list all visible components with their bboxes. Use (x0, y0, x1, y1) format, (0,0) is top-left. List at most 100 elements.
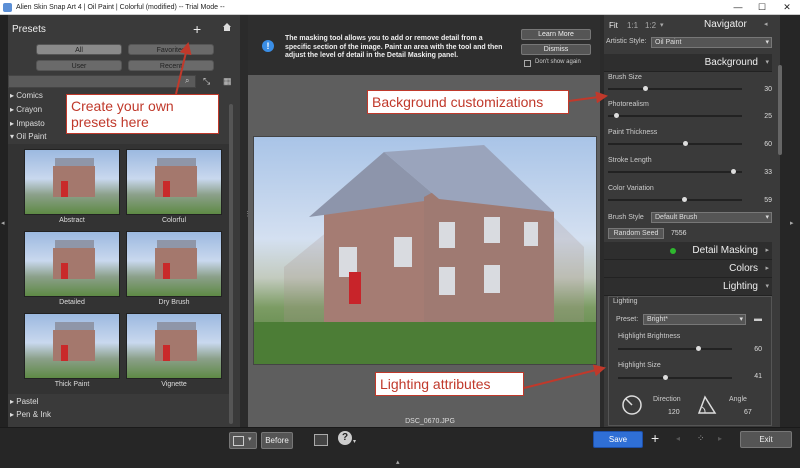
category-pen-ink[interactable]: ▸ Pen & Ink (10, 409, 51, 421)
slider-thumb[interactable] (662, 375, 668, 380)
previous-icon[interactable]: ◂ (676, 434, 680, 443)
grid-view-icon[interactable]: ▦ (223, 76, 232, 87)
annotation-lighting: Lighting attributes (375, 372, 524, 396)
save-button[interactable]: Save (593, 431, 643, 448)
color-variation-slider[interactable] (608, 197, 742, 202)
image-icon[interactable] (314, 434, 328, 446)
preset-label: Detailed (59, 299, 85, 306)
zoom-1-2[interactable]: 1:2 (645, 21, 656, 30)
collapse-left-icon[interactable]: ◂ (1, 219, 5, 227)
before-button[interactable]: Before (261, 432, 293, 449)
paint-thickness-slider[interactable] (608, 141, 742, 146)
navigator-title[interactable]: Navigator (704, 19, 747, 30)
view-mode-button[interactable]: ▾ (229, 432, 257, 449)
lighting-preset-select[interactable]: Bright* ▾ (643, 314, 746, 325)
info-icon: ! (262, 40, 274, 52)
right-collapse-strip[interactable]: ▸ (780, 15, 800, 427)
slider-thumb[interactable] (730, 169, 736, 174)
photorealism-slider[interactable] (608, 113, 742, 118)
batch-icon[interactable]: ⁘ (697, 433, 705, 444)
background-section-header[interactable]: Background ▾ (604, 54, 772, 72)
brush-size-value: 30 (764, 86, 772, 93)
category-oil-paint[interactable]: ▾ Oil Paint (10, 131, 46, 143)
angle-dial-icon[interactable] (696, 394, 718, 418)
preset-thumbnail[interactable] (126, 149, 222, 215)
splitter-handle[interactable]: ⋮ (244, 210, 251, 224)
lighting-group-label: Lighting (613, 298, 638, 305)
preset-thumbnail[interactable] (24, 313, 120, 379)
zoom-1-1[interactable]: 1:1 (627, 21, 638, 30)
preset-label: Vignette (161, 381, 187, 388)
exit-button[interactable]: Exit (740, 431, 792, 448)
slider-thumb[interactable] (642, 86, 648, 91)
annotation-background: Background customizations (367, 90, 569, 114)
direction-dial-icon[interactable] (621, 394, 643, 418)
collapse-all-icon[interactable]: ⤡ (203, 76, 210, 87)
highlight-brightness-value: 60 (754, 346, 762, 353)
add-preset-icon[interactable]: + (193, 21, 201, 37)
help-icon[interactable]: ? (338, 431, 352, 445)
colors-section-header[interactable]: Colors ▸ (604, 260, 772, 278)
artistic-style-select[interactable]: Oil Paint ▾ (651, 37, 772, 48)
main-image[interactable] (253, 136, 597, 365)
brush-size-slider[interactable] (608, 86, 742, 91)
settings-scrollbar[interactable] (778, 65, 782, 155)
category-impasto[interactable]: ▸ Impasto (10, 118, 45, 130)
random-seed-button[interactable]: Random Seed (608, 228, 664, 239)
preset-thumbnail[interactable] (24, 149, 120, 215)
highlight-size-value: 41 (754, 373, 762, 380)
learn-more-button[interactable]: Learn More (521, 29, 591, 40)
brush-style-label: Brush Style (608, 214, 644, 221)
category-comics[interactable]: ▸ Comics (10, 90, 43, 102)
maximize-button[interactable]: ☐ (750, 0, 774, 15)
preset-thumbnail[interactable] (126, 231, 222, 297)
zoom-fit[interactable]: Fit (609, 21, 618, 30)
preset-search-input[interactable] (8, 75, 196, 88)
home-icon[interactable] (222, 22, 232, 32)
highlight-brightness-label: Highlight Brightness (618, 333, 681, 340)
minimize-button[interactable]: — (726, 0, 750, 15)
presets-title: Presets (12, 24, 46, 35)
preset-label: Dry Brush (158, 299, 190, 306)
filter-recent[interactable]: Recent (128, 60, 214, 71)
next-icon[interactable]: ▸ (718, 434, 722, 443)
preset-thumbnail[interactable] (24, 231, 120, 297)
expand-bottom-icon[interactable]: ▴ (396, 458, 400, 466)
collapse-right-icon[interactable]: ▸ (790, 219, 794, 227)
random-seed-value: 7556 (671, 230, 687, 237)
presets-scrollbar[interactable] (229, 104, 233, 424)
preset-menu-icon[interactable]: ▬ (754, 314, 762, 323)
single-view-icon (233, 436, 244, 446)
stroke-length-slider[interactable] (608, 169, 742, 174)
highlight-size-slider[interactable] (618, 375, 732, 380)
zoom-dropdown-icon[interactable]: ▾ (660, 21, 664, 29)
lighting-section-header[interactable]: Lighting ▾ (604, 278, 772, 296)
navigator-expand-icon[interactable]: ◂ (764, 20, 768, 28)
category-crayon[interactable]: ▸ Crayon (10, 104, 42, 116)
annotation-presets: Create your own presets here (66, 94, 219, 134)
filter-all[interactable]: All (36, 44, 122, 55)
stroke-length-label: Stroke Length (608, 157, 652, 164)
left-collapse-strip[interactable]: ◂ (0, 15, 8, 427)
filter-user[interactable]: User (36, 60, 122, 71)
dont-show-checkbox[interactable] (524, 60, 531, 67)
direction-value: 120 (668, 409, 680, 416)
filter-favorites[interactable]: Favorites (128, 44, 214, 55)
highlight-brightness-slider[interactable] (618, 346, 732, 351)
search-icon[interactable]: ⌕ (185, 76, 189, 86)
slider-thumb[interactable] (682, 141, 688, 146)
help-dropdown-icon[interactable]: ▾ (353, 438, 356, 445)
preset-thumbnail[interactable] (126, 313, 222, 379)
detail-masking-section-header[interactable]: Detail Masking ▸ (604, 242, 772, 260)
slider-thumb[interactable] (681, 197, 687, 202)
window-title: Alien Skin Snap Art 4 | Oil Paint | Colo… (16, 4, 225, 11)
brush-style-select[interactable]: Default Brush ▾ (651, 212, 772, 223)
close-button[interactable]: ✕ (775, 0, 799, 15)
category-pastel[interactable]: ▸ Pastel (10, 396, 38, 408)
dismiss-button[interactable]: Dismiss (521, 44, 591, 55)
lighting-preset-label: Preset: (616, 316, 639, 323)
detail-masking-indicator (670, 248, 676, 254)
add-preset-bottom-icon[interactable]: + (651, 430, 659, 446)
angle-label: Angle (729, 396, 747, 403)
angle-value: 67 (744, 409, 752, 416)
